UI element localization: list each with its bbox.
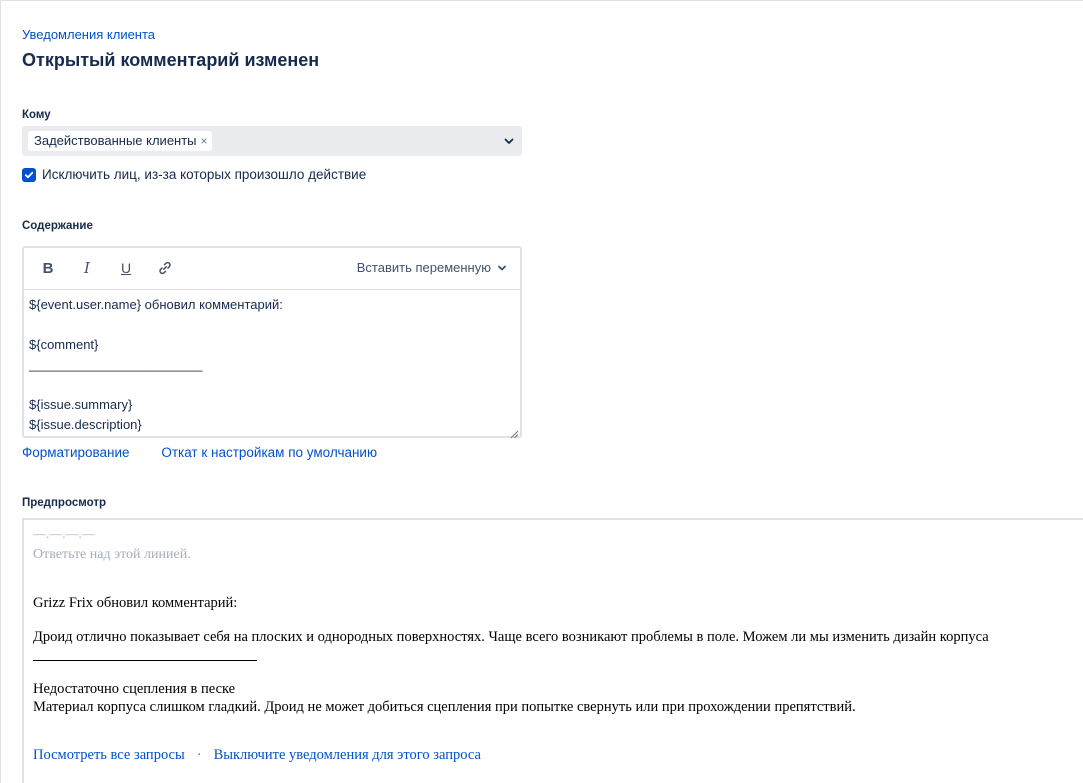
recipients-label: Кому <box>22 109 51 121</box>
preview-description: Материал корпуса слишком гладкий. Дроид … <box>33 699 856 715</box>
reply-above-line: Ответьте над этой линией. <box>33 547 191 562</box>
reply-separator: —.—.—.— <box>33 526 95 541</box>
preview-summary: Недостаточно сцепления в песке <box>33 681 236 697</box>
breadcrumb[interactable]: Уведомления клиента <box>22 27 155 42</box>
exclude-actor-option[interactable]: Исключить лиц, из-за которых произошло д… <box>22 167 366 182</box>
editor-line: ________________________ <box>29 357 203 372</box>
preview-comment: Дроид отлично показывает себя на плоских… <box>33 629 989 645</box>
page-title: Открытый комментарий изменен <box>22 50 320 70</box>
formatting-link[interactable]: Форматирование <box>22 445 130 460</box>
preview-label: Предпросмотр <box>22 497 106 509</box>
preview-updated-line: Grizz Frix обновил комментарий: <box>33 595 238 611</box>
editor-line: ${issue.description} <box>29 417 142 432</box>
recipient-tag: Задействованные клиенты × <box>28 131 212 151</box>
insert-variable-label: Вставить переменную <box>356 260 491 275</box>
resize-grip-icon[interactable] <box>510 430 519 439</box>
unsubscribe-link[interactable]: Выключите уведомления для этого запроса <box>214 747 481 763</box>
link-icon <box>159 261 171 275</box>
check-icon <box>24 171 34 178</box>
bold-button[interactable]: B <box>39 259 57 277</box>
footer-separator: · <box>196 747 202 763</box>
editor-line: ${event.user.name} обновил комментарий: <box>29 297 283 312</box>
preview-divider <box>33 660 257 661</box>
chevron-down-icon <box>498 265 506 270</box>
exclude-actor-checkbox[interactable] <box>22 167 36 182</box>
chevron-down-icon[interactable] <box>502 134 516 148</box>
link-button[interactable] <box>156 259 174 277</box>
tag-remove-icon[interactable]: × <box>201 131 208 151</box>
insert-variable-dropdown[interactable]: Вставить переменную <box>357 260 508 275</box>
reset-defaults-link[interactable]: Откат к настройкам по умолчанию <box>161 445 377 460</box>
editor-line: ${comment} <box>29 337 99 352</box>
email-preview: —.—.—.— Ответьте над этой линией. Grizz … <box>22 518 1083 783</box>
underline-button[interactable]: U <box>117 259 135 277</box>
recipient-tag-label: Задействованные клиенты <box>34 133 197 148</box>
notification-editor-page: Уведомления клиента Открытый комментарий… <box>0 0 1083 783</box>
editor-textarea[interactable]: ${event.user.name} обновил комментарий: … <box>24 290 520 440</box>
editor-toolbar: B I U Вставить переменную <box>24 248 520 290</box>
preview-footer: Посмотреть все запросы · Выключите уведомл… <box>33 747 481 764</box>
editor-links: Форматирование Откат к настройкам по умо… <box>22 445 377 460</box>
view-all-requests-link[interactable]: Посмотреть все запросы <box>33 747 185 763</box>
content-editor: B I U Вставить переменную ${event.user.n… <box>22 246 522 440</box>
exclude-actor-label: Исключить лиц, из-за которых произошло д… <box>42 167 367 182</box>
italic-button[interactable]: I <box>78 259 96 277</box>
content-label: Содержание <box>22 220 93 232</box>
recipients-select[interactable]: Задействованные клиенты × <box>22 126 522 156</box>
editor-line: ${issue.summary} <box>29 397 133 412</box>
